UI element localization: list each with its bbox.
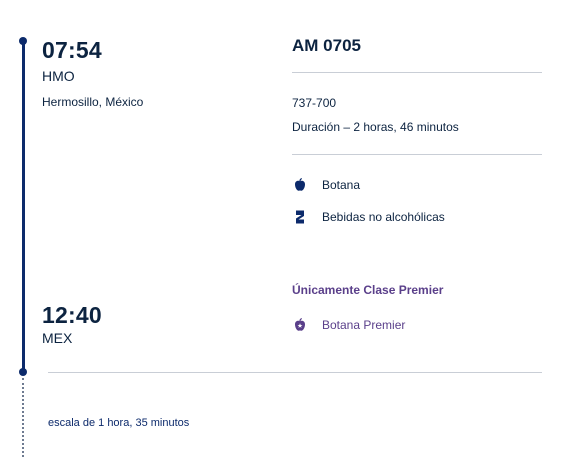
departure-airport-code: HMO <box>42 68 75 84</box>
service-label: Bebidas no alcohólicas <box>322 210 445 224</box>
timeline-line <box>22 40 25 372</box>
aircraft-type: 737-700 <box>292 96 337 110</box>
departure-time: 07:54 <box>42 37 102 63</box>
divider <box>292 154 542 155</box>
departure-dot <box>19 37 27 45</box>
arrival-dot <box>19 368 27 376</box>
service-drinks: Bebidas no alcohólicas <box>292 209 445 225</box>
service-label: Botana <box>322 178 361 192</box>
divider <box>48 372 542 373</box>
premier-apple-icon <box>292 317 308 333</box>
drink-icon <box>292 209 308 225</box>
service-premier-snack: Botana Premier <box>292 317 405 333</box>
arrival-time: 12:40 <box>42 302 102 328</box>
flight-duration: Duración – 2 horas, 46 minutos <box>292 120 459 134</box>
divider <box>292 72 542 73</box>
layover-info: escala de 1 hora, 35 minutos <box>48 417 190 429</box>
service-snack: Botana <box>292 177 360 193</box>
apple-icon <box>292 177 308 193</box>
flight-number: AM 0705 <box>292 36 361 55</box>
service-label: Botana Premier <box>322 318 406 332</box>
departure-city: Hermosillo, México <box>42 95 144 109</box>
premier-heading: Únicamente Clase Premier <box>292 283 444 297</box>
layover-dotted-line <box>22 378 24 457</box>
arrival-airport-code: MEX <box>42 330 73 346</box>
